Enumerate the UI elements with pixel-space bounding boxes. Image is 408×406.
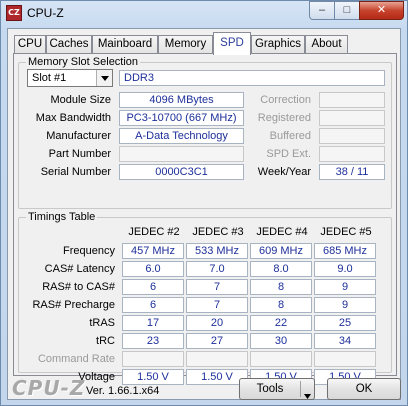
timing-value-cell: 8	[250, 279, 312, 295]
minimize-button[interactable]: –	[309, 1, 335, 20]
client-area: CPU Caches Mainboard Memory SPD Graphics…	[7, 28, 401, 400]
timing-value-cell: 9	[314, 297, 376, 313]
timing-value-cell: 6	[122, 279, 184, 295]
timing-value-cell: 25	[314, 315, 376, 331]
timing-value-cell	[122, 351, 184, 367]
tools-button-divider	[300, 381, 301, 397]
timing-value-cell: 685 MHz	[314, 243, 376, 259]
footer-bar: CPU-Z Ver. 1.66.1.x64 Tools OK	[8, 376, 401, 400]
timing-value-cell: 8.0	[250, 261, 312, 277]
version-label: Ver. 1.66.1.x64	[86, 385, 160, 397]
buffered-value	[319, 128, 385, 144]
chevron-down-icon[interactable]	[96, 70, 112, 86]
cpu-z-window: CZ CPU-Z – □ ✕ CPU Caches Mainboard Memo…	[0, 0, 408, 406]
module-size-value: 4096 MBytes	[119, 92, 244, 108]
timing-value-cell: 457 MHz	[122, 243, 184, 259]
module-size-label: Module Size	[50, 94, 111, 106]
timing-value-cell: 20	[186, 315, 248, 331]
timing-value-cell	[314, 351, 376, 367]
timing-value-cell: 6	[122, 297, 184, 313]
timing-value-cell: 9.0	[314, 261, 376, 277]
timing-row-label: Command Rate	[37, 353, 115, 365]
timing-value-cell: 6.0	[122, 261, 184, 277]
spd-ext-label: SPD Ext.	[266, 148, 311, 160]
ok-button[interactable]: OK	[327, 378, 401, 400]
window-title: CPU-Z	[27, 6, 64, 20]
memory-type-value: DDR3	[119, 70, 385, 86]
registered-value	[319, 110, 385, 126]
tab-cpu[interactable]: CPU	[14, 35, 46, 54]
timing-value-cell: 7.0	[186, 261, 248, 277]
week-year-label: Week/Year	[257, 166, 311, 178]
spd-panel: Memory Slot Selection Slot #1 DDR3 Modul…	[13, 53, 397, 385]
timing-value-cell	[186, 351, 248, 367]
timing-value-cell: 34	[314, 333, 376, 349]
chevron-down-icon[interactable]	[304, 386, 311, 406]
tab-mainboard[interactable]: Mainboard	[92, 35, 158, 54]
part-number-value	[119, 146, 244, 162]
timing-value-cell: 30	[250, 333, 312, 349]
timings-column-header: JEDEC #3	[192, 226, 244, 238]
memory-slot-group: Memory Slot Selection Slot #1 DDR3 Modul…	[18, 56, 392, 209]
max-bandwidth-label: Max Bandwidth	[35, 112, 111, 124]
timing-row-label: Frequency	[63, 245, 115, 257]
timing-row-label: RAS# Precharge	[32, 299, 115, 311]
serial-number-label: Serial Number	[40, 166, 111, 178]
timings-column-header: JEDEC #2	[128, 226, 180, 238]
timing-value-cell: 22	[250, 315, 312, 331]
timing-row-label: tRC	[96, 335, 115, 347]
buffered-label: Buffered	[269, 130, 311, 142]
timings-column-header: JEDEC #4	[256, 226, 308, 238]
manufacturer-value: A-Data Technology	[119, 128, 244, 144]
correction-value	[319, 92, 385, 108]
memory-slot-group-title: Memory Slot Selection	[26, 56, 141, 68]
spd-ext-value	[319, 146, 385, 162]
close-button[interactable]: ✕	[359, 1, 404, 20]
serial-number-value: 0000C3C1	[119, 164, 244, 180]
timing-value-cell: 9	[314, 279, 376, 295]
timing-value-cell: 23	[122, 333, 184, 349]
cpu-z-logo: CPU-Z	[12, 376, 86, 400]
slot-select[interactable]: Slot #1	[27, 69, 113, 87]
timing-value-cell: 27	[186, 333, 248, 349]
tab-about[interactable]: About	[305, 35, 348, 54]
registered-label: Registered	[257, 112, 311, 124]
timing-row-label: CAS# Latency	[44, 263, 115, 275]
timing-value-cell	[250, 351, 312, 367]
title-bar[interactable]: CZ CPU-Z – □ ✕	[1, 1, 407, 27]
tools-button[interactable]: Tools	[239, 378, 315, 400]
timings-table-group: Timings Table JEDEC #2 JEDEC #3 JEDEC #4…	[18, 211, 392, 385]
timings-column-header: JEDEC #5	[320, 226, 372, 238]
timing-value-cell: 533 MHz	[186, 243, 248, 259]
timing-row-label: RAS# to CAS#	[42, 281, 115, 293]
tab-memory[interactable]: Memory	[158, 35, 213, 54]
correction-label: Correction	[260, 94, 311, 106]
cpu-z-app-icon: CZ	[6, 5, 22, 21]
slot-select-value: Slot #1	[32, 72, 67, 84]
tab-graphics[interactable]: Graphics	[251, 35, 305, 54]
timing-value-cell: 7	[186, 279, 248, 295]
max-bandwidth-value: PC3-10700 (667 MHz)	[119, 110, 244, 126]
timing-row-label: tRAS	[89, 317, 115, 329]
part-number-label: Part Number	[48, 148, 111, 160]
tab-caches[interactable]: Caches	[46, 35, 92, 54]
tab-spd[interactable]: SPD	[213, 32, 251, 55]
timings-table-group-title: Timings Table	[26, 211, 98, 223]
timing-value-cell: 17	[122, 315, 184, 331]
manufacturer-label: Manufacturer	[46, 130, 111, 142]
maximize-button[interactable]: □	[334, 1, 360, 20]
timing-value-cell: 7	[186, 297, 248, 313]
week-year-value: 38 / 11	[319, 164, 385, 180]
timing-value-cell: 609 MHz	[250, 243, 312, 259]
tools-button-label: Tools	[256, 383, 284, 395]
timing-value-cell: 8	[250, 297, 312, 313]
